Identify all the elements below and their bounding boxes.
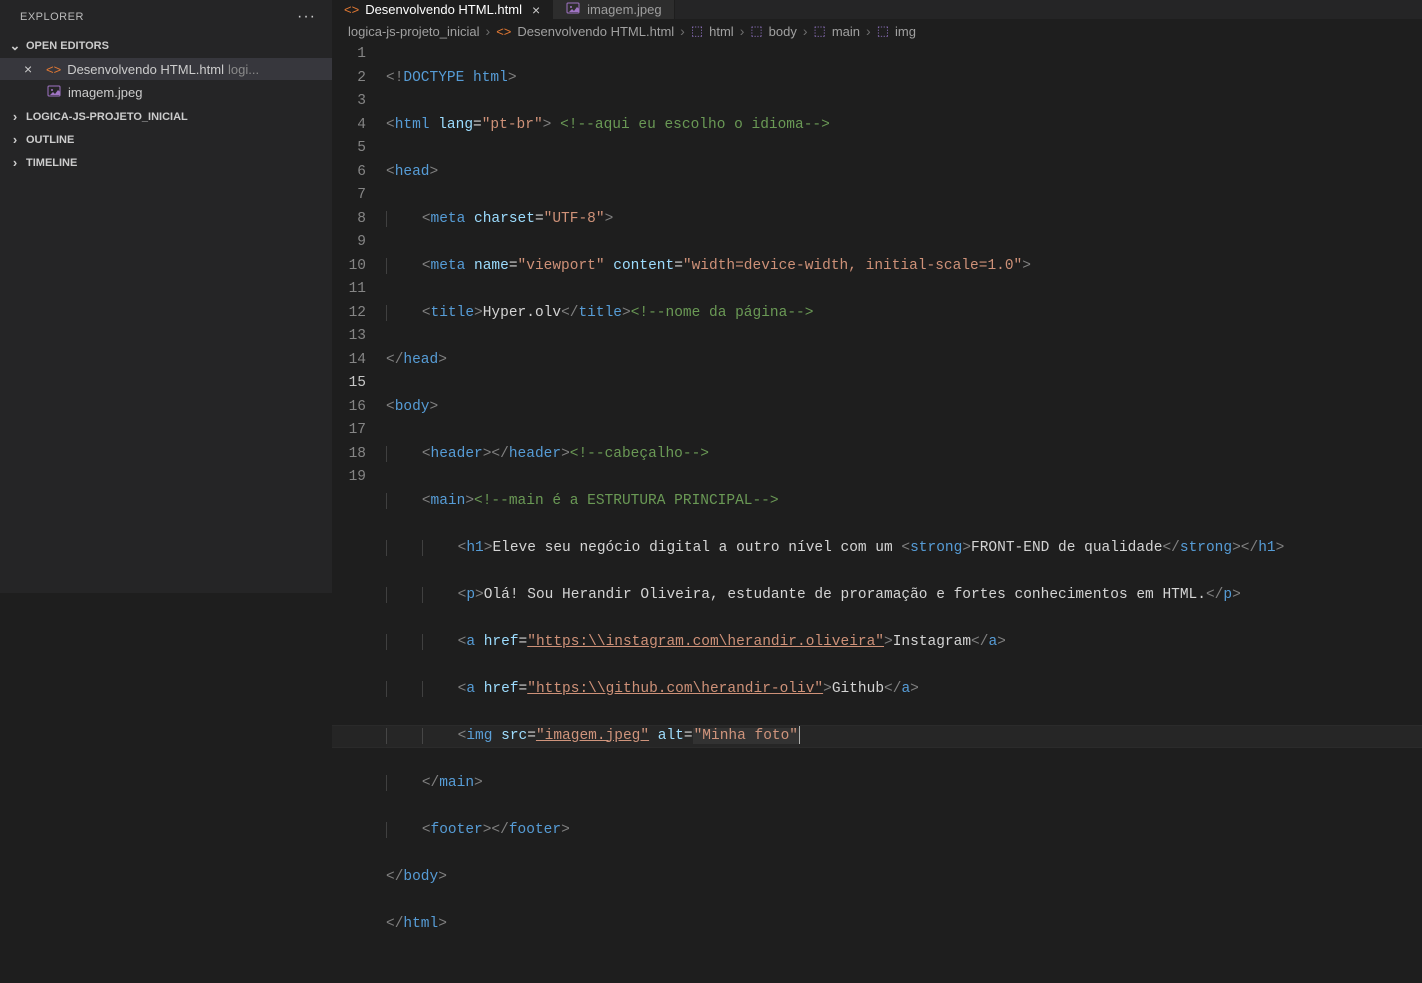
chevron-right-icon: › [803,23,808,39]
open-editors-label: OPEN EDITORS [26,40,109,52]
code-content[interactable]: <!DOCTYPE html> <html lang="pt-br"> <!--… [386,43,1422,983]
timeline-label: TIMELINE [26,157,77,169]
line-gutter: 12345 678910 1112131415 16171819 [332,43,386,983]
html-file-icon: <> [496,24,511,39]
chevron-right-icon: › [680,23,685,39]
timeline-section[interactable]: › TIMELINE [0,151,332,174]
open-editors-section[interactable]: ⌄ OPEN EDITORS [0,34,332,58]
chevron-right-icon: › [8,132,22,147]
more-icon[interactable]: ··· [297,8,316,26]
cube-icon: ⬚ [691,23,703,39]
breadcrumb[interactable]: logica-js-projeto_inicial › <>Desenvolve… [332,19,1422,43]
cube-icon: ⬚ [750,23,762,39]
open-editor-item[interactable]: × imagem.jpeg [0,80,332,105]
outline-label: OUTLINE [26,134,74,146]
image-file-icon [565,0,581,19]
file-name: Desenvolvendo HTML.htmllogi... [67,62,332,77]
explorer-title: EXPLORER [20,11,84,23]
tab-label: Desenvolvendo HTML.html [365,2,522,17]
tab-image[interactable]: imagem.jpeg [553,0,674,19]
tab-html[interactable]: <> Desenvolvendo HTML.html × [332,0,553,19]
breadcrumb-item[interactable]: ⬚main [814,23,860,39]
close-icon[interactable]: × [532,2,540,18]
chevron-right-icon: › [8,109,22,124]
breadcrumb-item[interactable]: ⬚html [691,23,734,39]
cube-icon: ⬚ [877,23,889,39]
explorer-title-bar: EXPLORER ··· [0,0,332,34]
breadcrumb-item[interactable]: <>Desenvolvendo HTML.html [496,24,674,39]
tab-label: imagem.jpeg [587,2,661,17]
tab-bar: <> Desenvolvendo HTML.html × imagem.jpeg [332,0,1422,19]
breadcrumb-item[interactable]: ⬚img [877,23,916,39]
chevron-right-icon: › [8,155,22,170]
image-file-icon [46,83,62,102]
html-file-icon: <> [46,62,61,77]
chevron-right-icon: › [486,23,491,39]
breadcrumb-item[interactable]: logica-js-projeto_inicial [348,24,480,39]
project-label: LOGICA-JS-PROJETO_INICIAL [26,111,188,123]
breadcrumb-item[interactable]: ⬚body [750,23,797,39]
file-name: imagem.jpeg [68,85,332,100]
close-icon[interactable]: × [24,61,40,77]
html-file-icon: <> [344,2,359,17]
outline-section[interactable]: › OUTLINE [0,128,332,151]
text-cursor [799,726,800,744]
explorer-sidebar: EXPLORER ··· ⌄ OPEN EDITORS × <> Desenvo… [0,0,332,593]
editor-main: <> Desenvolvendo HTML.html × imagem.jpeg… [332,0,1422,593]
chevron-down-icon: ⌄ [8,38,22,54]
cube-icon: ⬚ [814,23,826,39]
project-section[interactable]: › LOGICA-JS-PROJETO_INICIAL [0,105,332,128]
open-editor-item[interactable]: × <> Desenvolvendo HTML.htmllogi... [0,58,332,80]
chevron-right-icon: › [866,23,871,39]
chevron-right-icon: › [740,23,745,39]
code-editor[interactable]: 12345 678910 1112131415 16171819 <!DOCTY… [332,43,1422,983]
